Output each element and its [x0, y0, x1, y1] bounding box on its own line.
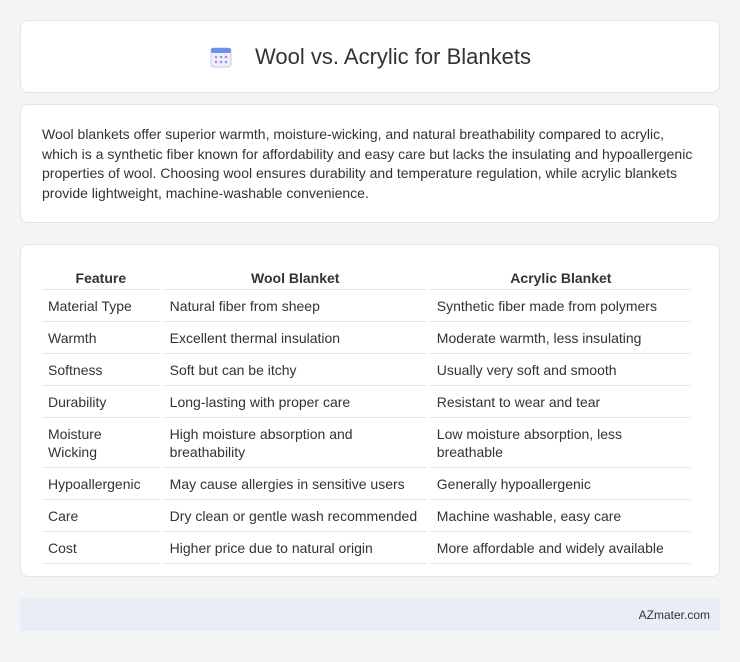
wool-cell: Higher price due to natural origin [163, 532, 427, 564]
acrylic-cell: More affordable and widely available [430, 532, 691, 564]
wool-cell: Long-lasting with proper care [163, 386, 427, 418]
acrylic-cell: Moderate warmth, less insulating [430, 322, 691, 354]
table-row: Material Type Natural fiber from sheep S… [42, 290, 691, 322]
header-card: Wool vs. Acrylic for Blankets [20, 20, 720, 93]
page-title: Wool vs. Acrylic for Blankets [255, 43, 531, 69]
table-row: Care Dry clean or gentle wash recommende… [42, 500, 691, 532]
comparison-table: Feature Wool Blanket Acrylic Blanket Mat… [38, 264, 695, 564]
calendar-icon [210, 47, 232, 67]
feature-cell: Cost [42, 532, 160, 564]
table-row: Moisture Wicking High moisture absorptio… [42, 418, 691, 468]
footer-source: AZmater.com [638, 607, 710, 622]
acrylic-cell: Synthetic fiber made from polymers [430, 290, 691, 322]
feature-cell: Moisture Wicking [42, 418, 160, 468]
column-header-feature: Feature [42, 264, 160, 290]
intro-card: Wool blankets offer superior warmth, moi… [20, 104, 720, 223]
table-row: Warmth Excellent thermal insulation Mode… [42, 322, 691, 354]
wool-cell: Excellent thermal insulation [163, 322, 427, 354]
wool-cell: Natural fiber from sheep [163, 290, 427, 322]
feature-cell: Care [42, 500, 160, 532]
table-row: Cost Higher price due to natural origin … [42, 532, 691, 564]
wool-cell: Dry clean or gentle wash recommended [163, 500, 427, 532]
feature-cell: Warmth [42, 322, 160, 354]
table-header-row: Feature Wool Blanket Acrylic Blanket [42, 264, 691, 290]
wool-cell: High moisture absorption and breathabili… [163, 418, 427, 468]
comparison-card: Feature Wool Blanket Acrylic Blanket Mat… [20, 244, 720, 577]
feature-cell: Hypoallergenic [42, 468, 160, 500]
acrylic-cell: Machine washable, easy care [430, 500, 691, 532]
table-row: Durability Long-lasting with proper care… [42, 386, 691, 418]
wool-cell: Soft but can be itchy [163, 354, 427, 386]
column-header-wool: Wool Blanket [163, 264, 427, 290]
feature-cell: Softness [42, 354, 160, 386]
column-header-acrylic: Acrylic Blanket [430, 264, 691, 290]
feature-cell: Durability [42, 386, 160, 418]
acrylic-cell: Resistant to wear and tear [430, 386, 691, 418]
wool-cell: May cause allergies in sensitive users [163, 468, 427, 500]
feature-cell: Material Type [42, 290, 160, 322]
header: Wool vs. Acrylic for Blankets [209, 44, 531, 70]
acrylic-cell: Generally hypoallergenic [430, 468, 691, 500]
footer: AZmater.com [20, 598, 720, 631]
acrylic-cell: Low moisture absorption, less breathable [430, 418, 691, 468]
intro-text: Wool blankets offer superior warmth, moi… [42, 126, 693, 201]
table-row: Softness Soft but can be itchy Usually v… [42, 354, 691, 386]
table-row: Hypoallergenic May cause allergies in se… [42, 468, 691, 500]
acrylic-cell: Usually very soft and smooth [430, 354, 691, 386]
